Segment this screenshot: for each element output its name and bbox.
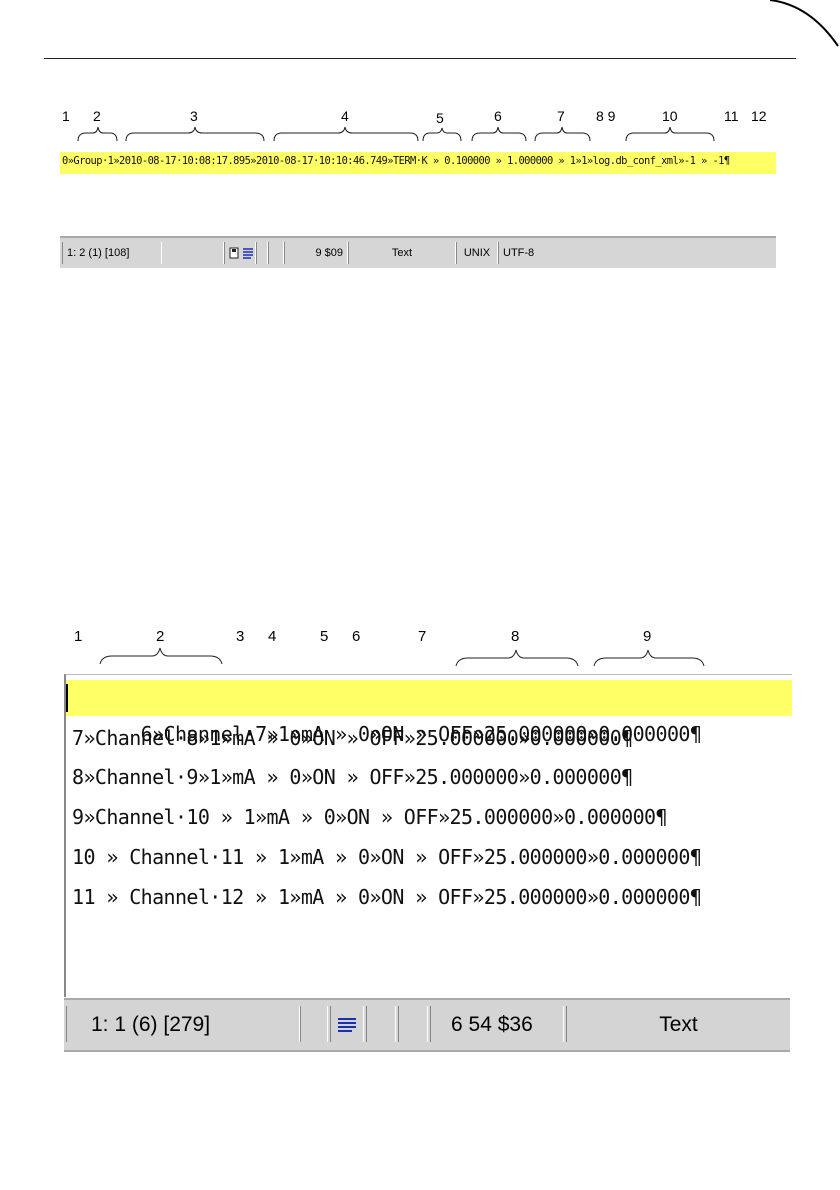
editor-row[interactable]: 10 » Channel·11 » 1»mA » 0»ON » OFF»25.0… bbox=[72, 839, 792, 875]
status-empty-2 bbox=[366, 1006, 396, 1042]
status-lines[interactable] bbox=[330, 1006, 364, 1042]
status-empty-1 bbox=[300, 1006, 328, 1042]
status-bar: 1: 1 (6) [279] 6 54 $36 Text bbox=[64, 998, 790, 1052]
status-empty-3 bbox=[398, 1006, 428, 1042]
cursor-position: 1: 1 (6) [279] bbox=[66, 1006, 300, 1042]
mode-indicator: Text bbox=[566, 1006, 790, 1042]
editor-row[interactable]: 8»Channel·9»1»mA » 0»ON » OFF»25.000000»… bbox=[72, 759, 792, 795]
editor-row-current[interactable]: 6»Channel·7»1»mA » 0»ON » OFF»25.000000»… bbox=[66, 680, 792, 746]
editor-row[interactable]: 7»Channel·8»1»mA » 0»ON » OFF»25.000000»… bbox=[72, 720, 792, 756]
editor-row[interactable]: 11 » Channel·12 » 1»mA » 0»ON » OFF»25.0… bbox=[72, 879, 792, 915]
column-indicator: 6 54 $36 bbox=[430, 1006, 564, 1042]
editor-row[interactable]: 9»Channel·10 » 1»mA » 0»ON » OFF»25.0000… bbox=[72, 799, 792, 835]
lines-icon bbox=[338, 1018, 356, 1033]
brace-group-2 bbox=[99, 647, 705, 667]
text-caret bbox=[66, 684, 68, 712]
text-editor[interactable]: 6»Channel·7»1»mA » 0»ON » OFF»25.000000»… bbox=[64, 674, 792, 997]
